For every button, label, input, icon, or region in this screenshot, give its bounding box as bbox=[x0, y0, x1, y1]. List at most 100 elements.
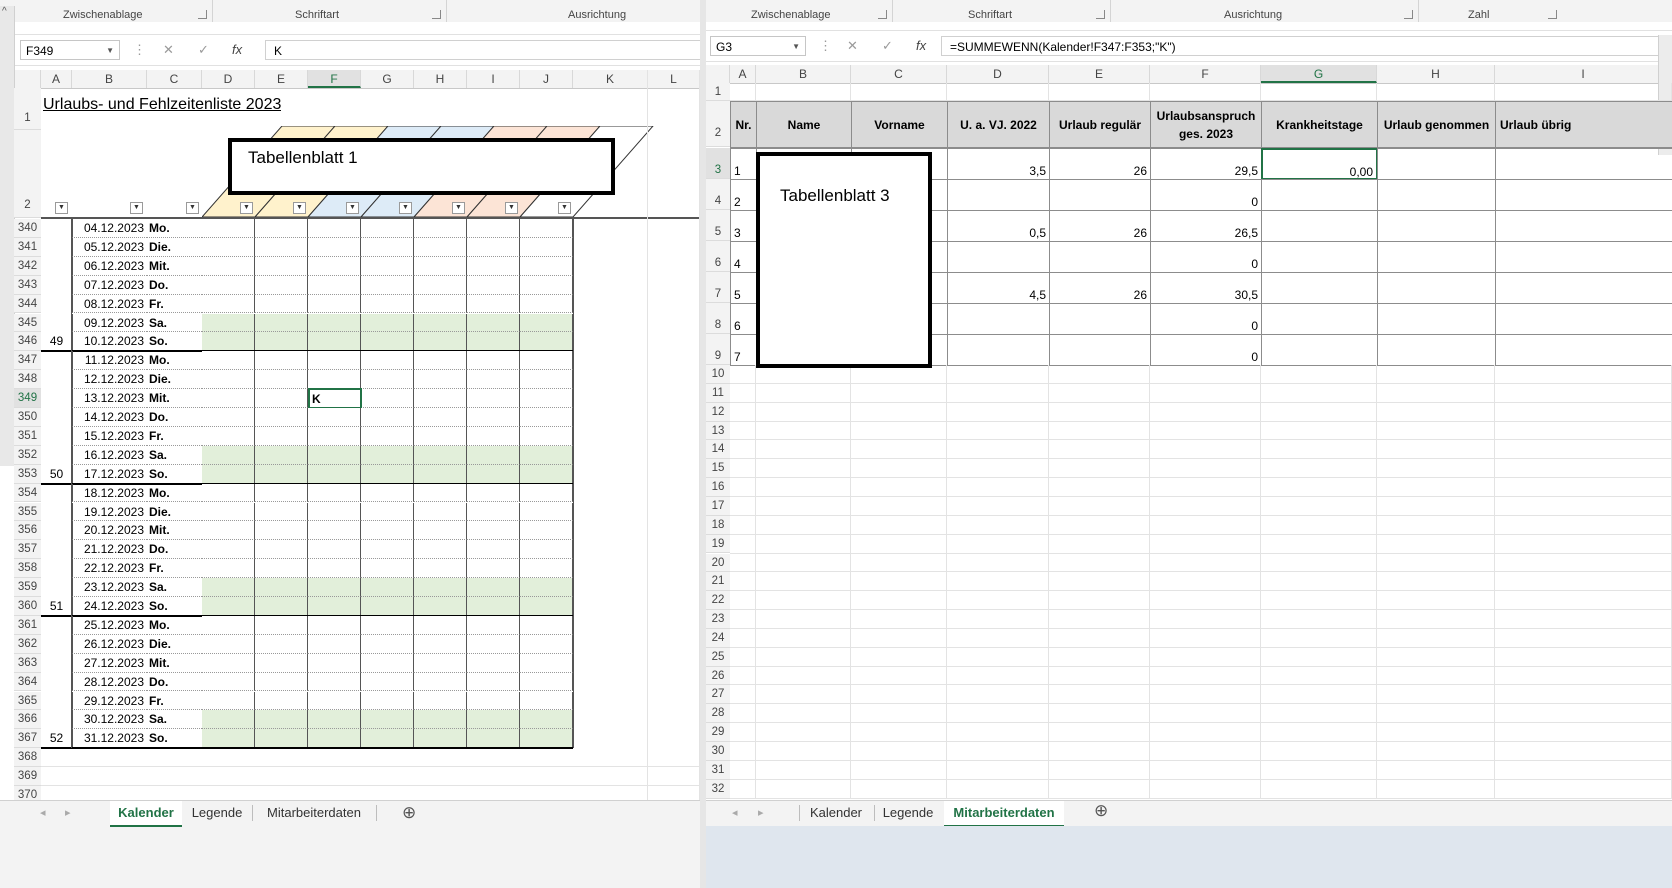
calendar-cell[interactable] bbox=[414, 370, 467, 390]
col-header-h[interactable]: H bbox=[1377, 65, 1495, 83]
table-cell[interactable] bbox=[1495, 179, 1672, 211]
calendar-cell[interactable] bbox=[255, 483, 308, 503]
calendar-cell[interactable] bbox=[520, 426, 573, 446]
calendar-cell[interactable] bbox=[255, 351, 308, 371]
week-number-cell[interactable] bbox=[41, 710, 72, 729]
calendar-cell[interactable] bbox=[308, 502, 361, 522]
calendar-cell[interactable] bbox=[255, 578, 308, 597]
calendar-cell[interactable] bbox=[361, 597, 414, 616]
filter-dropdown-icon[interactable]: ▼ bbox=[505, 202, 518, 214]
row-header[interactable]: 365 bbox=[14, 691, 41, 711]
nav-prev-icon[interactable]: ◂ bbox=[40, 806, 46, 819]
tab-mitarbeiterdaten[interactable]: Mitarbeiterdaten bbox=[944, 801, 1064, 827]
table-cell[interactable] bbox=[1049, 241, 1151, 273]
calendar-cell[interactable] bbox=[520, 464, 573, 484]
calendar-cell[interactable] bbox=[467, 313, 520, 333]
formula-input[interactable]: =SUMMEWENN(Kalender!F347:F353;"K") bbox=[941, 36, 1671, 56]
row-header-2[interactable]: 2 bbox=[706, 101, 730, 147]
table-cell[interactable] bbox=[1261, 334, 1378, 366]
table-header-cell[interactable]: Urlaub regulär bbox=[1049, 101, 1151, 148]
row-header[interactable]: 345 bbox=[14, 313, 41, 333]
add-sheet-icon[interactable]: ⊕ bbox=[1094, 801, 1108, 821]
week-number-cell[interactable] bbox=[41, 654, 72, 673]
ribbon-group-font[interactable]: Schriftart bbox=[968, 9, 1012, 21]
table-cell[interactable]: 26 bbox=[1049, 148, 1151, 180]
week-number-cell[interactable] bbox=[41, 578, 72, 597]
table-cell[interactable] bbox=[1261, 179, 1378, 211]
calendar-cell[interactable] bbox=[361, 615, 414, 635]
calendar-cell[interactable] bbox=[520, 408, 573, 427]
calendar-cell[interactable] bbox=[361, 219, 414, 238]
calendar-cell[interactable] bbox=[520, 729, 573, 749]
calendar-cell[interactable] bbox=[255, 653, 308, 673]
col-header-b[interactable]: B bbox=[72, 70, 147, 88]
filter-dropdown-icon[interactable]: ▼ bbox=[130, 202, 143, 214]
row-header[interactable]: 7 bbox=[706, 272, 730, 303]
weekday-cell[interactable]: Mo. bbox=[147, 484, 202, 503]
week-number-cell[interactable] bbox=[41, 503, 72, 522]
table-cell[interactable]: 0 bbox=[1150, 241, 1262, 273]
table-cell[interactable]: 0,5 bbox=[947, 210, 1050, 242]
calendar-cell[interactable] bbox=[414, 351, 467, 371]
ribbon-group-clipboard[interactable]: Zwischenablage bbox=[751, 9, 831, 21]
calendar-cell[interactable] bbox=[520, 672, 573, 692]
week-number-cell[interactable] bbox=[41, 351, 72, 370]
dialog-launcher-icon[interactable] bbox=[878, 10, 887, 19]
calendar-cell[interactable] bbox=[467, 464, 520, 484]
weekday-cell[interactable]: Do. bbox=[147, 673, 202, 692]
row-header[interactable]: 340 bbox=[14, 219, 41, 238]
calendar-cell[interactable] bbox=[255, 464, 308, 484]
calendar-cell[interactable] bbox=[467, 710, 520, 730]
calendar-cell[interactable] bbox=[414, 578, 467, 597]
calendar-cell[interactable] bbox=[308, 445, 361, 465]
table-cell[interactable]: 26,5 bbox=[1150, 210, 1262, 242]
calendar-cell[interactable] bbox=[361, 275, 414, 295]
calendar-cell[interactable] bbox=[361, 237, 414, 257]
date-cell[interactable]: 15.12.2023 bbox=[72, 426, 147, 446]
row-header[interactable]: 5 bbox=[706, 210, 730, 241]
calendar-cell[interactable] bbox=[414, 521, 467, 541]
table-cell[interactable]: 2 bbox=[730, 179, 757, 211]
calendar-cell[interactable] bbox=[467, 559, 520, 579]
calendar-cell[interactable] bbox=[520, 521, 573, 541]
row-header[interactable]: 353 bbox=[14, 464, 41, 484]
week-number-cell[interactable] bbox=[41, 314, 72, 333]
row-header-2[interactable]: 2 bbox=[14, 130, 41, 218]
date-cell[interactable]: 24.12.2023 bbox=[72, 597, 147, 616]
row-header[interactable]: 9 bbox=[706, 334, 730, 365]
table-cell[interactable] bbox=[1377, 303, 1496, 335]
col-header-j[interactable]: J bbox=[520, 70, 573, 88]
row-header-1[interactable]: 1 bbox=[706, 83, 730, 101]
calendar-cell[interactable] bbox=[202, 710, 255, 730]
calendar-cell[interactable] bbox=[520, 691, 573, 711]
calendar-cell[interactable] bbox=[361, 464, 414, 484]
calendar-cell[interactable] bbox=[308, 521, 361, 541]
table-cell[interactable] bbox=[947, 334, 1050, 366]
row-header[interactable]: 348 bbox=[14, 370, 41, 390]
formula-input[interactable]: K bbox=[265, 40, 700, 60]
row-header[interactable]: 14 bbox=[706, 440, 730, 460]
calendar-cell[interactable] bbox=[361, 540, 414, 560]
table-cell[interactable]: 6 bbox=[730, 303, 757, 335]
date-cell[interactable]: 11.12.2023 bbox=[72, 351, 147, 371]
calendar-cell[interactable] bbox=[255, 256, 308, 276]
table-cell[interactable]: 26 bbox=[1049, 210, 1151, 242]
weekday-cell[interactable]: Mit. bbox=[147, 521, 202, 541]
calendar-cell[interactable] bbox=[520, 219, 573, 238]
calendar-cell[interactable] bbox=[467, 578, 520, 597]
table-cell[interactable] bbox=[1495, 148, 1672, 180]
calendar-cell[interactable] bbox=[308, 426, 361, 446]
table-cell[interactable] bbox=[1495, 303, 1672, 335]
row-header[interactable]: 20 bbox=[706, 553, 730, 573]
calendar-cell[interactable] bbox=[520, 294, 573, 314]
calendar-cell[interactable] bbox=[202, 578, 255, 597]
calendar-cell[interactable] bbox=[467, 615, 520, 635]
weekday-cell[interactable]: Do. bbox=[147, 408, 202, 427]
filter-dropdown-icon[interactable]: ▼ bbox=[558, 202, 571, 214]
calendar-cell[interactable] bbox=[414, 597, 467, 616]
calendar-cell[interactable] bbox=[255, 408, 308, 427]
dialog-launcher-icon[interactable] bbox=[198, 10, 207, 19]
weekday-cell[interactable]: Fr. bbox=[147, 295, 202, 314]
table-cell[interactable]: 7 bbox=[730, 334, 757, 366]
calendar-cell[interactable] bbox=[414, 275, 467, 295]
